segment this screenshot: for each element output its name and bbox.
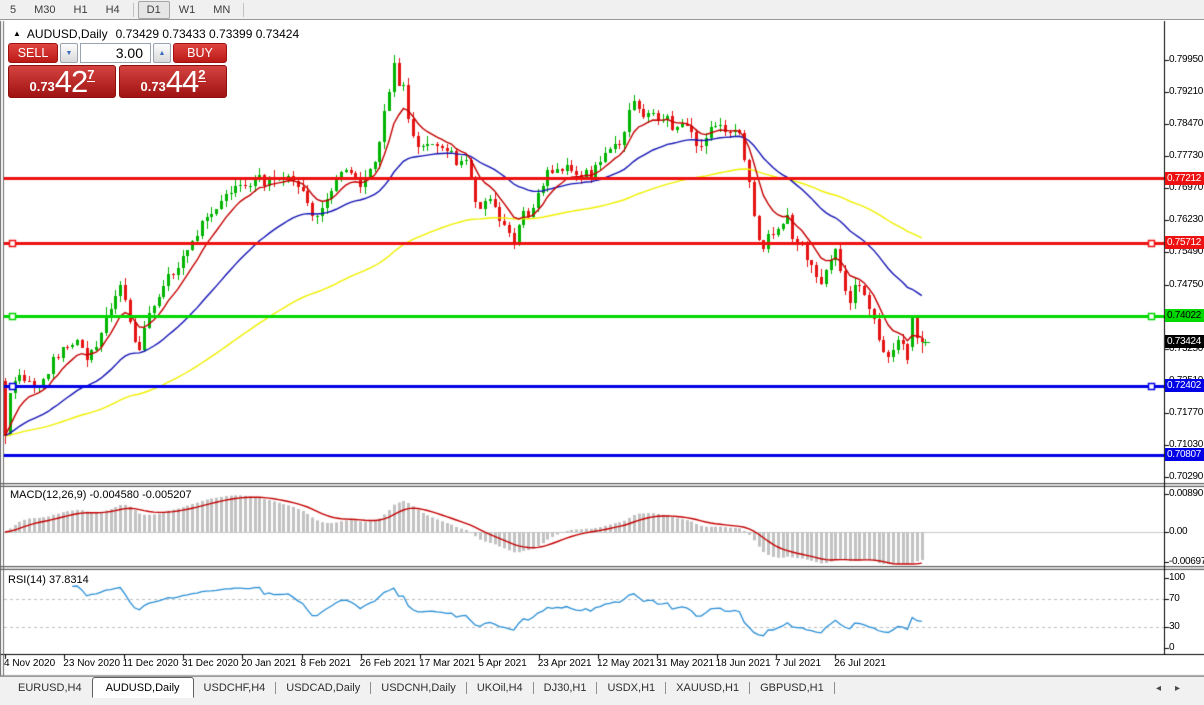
tab-ukoil-h4[interactable]: UKOil,H4 [467,678,533,697]
sell-price-pip: 7 [87,67,95,82]
buy-price-display[interactable]: 0.73 44 2 [119,65,227,98]
buy-price-main: 44 [165,64,199,99]
macd-axis-tick: 0.00 [1169,526,1188,537]
price-axis-tick: 0.71770 [1169,406,1204,418]
price-axis-tick: 0.78470 [1169,118,1204,130]
date-axis-label: 7 Jul 2021 [774,658,822,669]
sell-price-main: 42 [54,64,88,99]
timeframe-button-mn[interactable]: MN [204,1,239,19]
trading-terminal-window: 5 M30 H1 H4 D1 W1 MN ▲ AUDUSD,Daily 0.73429 0.73… [0,0,1204,705]
tab-scroll-left-button[interactable]: ◂ [1156,683,1175,694]
tab-gbpusd-h1[interactable]: GBPUSD,H1 [750,678,834,697]
price-axis-tick: 0.79950 [1169,54,1204,65]
buy-button[interactable]: BUY [173,43,227,63]
macd-axis-tick: -0.00697 [1169,555,1204,567]
date-axis-label: 18 Jun 2021 [715,658,771,669]
date-axis-label: 26 Feb 2021 [359,658,416,669]
sell-price-prefix: 0.73 [29,79,55,94]
tab-audusd-daily[interactable]: AUDUSD,Daily [91,677,194,698]
date-axis-label: 8 Feb 2021 [300,658,352,669]
macd-values: -0.004580 -0.005207 [89,489,192,501]
macd-axis-tick: 0.00890 [1169,487,1204,499]
volume-decrease-button[interactable]: ▼ [60,43,78,63]
tab-scroll-right-button[interactable]: ▸ [1175,683,1194,694]
macd-indicator-label: MACD(12,26,9) -0.004580 -0.005207 [10,489,192,501]
price-axis-tick: 0.77730 [1169,150,1204,162]
triangle-down-icon: ▼ [65,49,73,57]
tab-eurusd-h4[interactable]: EURUSD,H4 [8,678,92,697]
level-price-tag[interactable]: 0.75712 [1165,236,1204,249]
timeframe-button-w1[interactable]: W1 [170,1,205,19]
date-axis-label: 17 Mar 2021 [419,658,476,669]
chart-symbol-label: AUDUSD,Daily [26,27,108,41]
date-axis-label: 11 Dec 2020 [122,658,179,669]
date-axis-label: 12 May 2021 [597,658,655,669]
date-axis-label: 20 Jan 2021 [241,658,297,669]
tab-usdx-h1[interactable]: USDX,H1 [597,678,665,697]
rsi-axis-tick: 100 [1169,572,1185,583]
volume-input[interactable] [80,43,151,63]
tab-dj30-h1[interactable]: DJ30,H1 [534,678,597,697]
chart-header: ▲ AUDUSD,Daily 0.73429 0.73433 0.73399 0.7… [13,27,299,41]
level-price-tag[interactable]: 0.70807 [1165,448,1204,461]
timeframe-button-h4[interactable]: H4 [97,1,129,19]
timeframe-button-m30[interactable]: M30 [25,1,64,19]
rsi-indicator-label: RSI(14) 37.8314 [8,574,89,586]
buy-price-pip: 2 [198,67,206,82]
triangle-up-icon: ▲ [158,49,166,57]
tab-scroll-arrows: ◂▸ [1156,683,1194,694]
date-axis-label: 5 Apr 2021 [478,658,527,669]
date-axis-label: 26 Jul 2021 [834,658,886,669]
price-axis-tick: 0.76230 [1169,214,1204,226]
timeframe-toolbar: 5 M30 H1 H4 D1 W1 MN [0,0,1204,20]
price-axis-tick: 0.70290 [1169,471,1204,482]
timeframe-button-5[interactable]: 5 [1,1,25,19]
tab-usdcnh-daily[interactable]: USDCNH,Daily [371,678,466,697]
rsi-axis-tick: 70 [1169,593,1180,604]
price-axis-tick: 0.74750 [1169,278,1204,290]
volume-increase-button[interactable]: ▲ [153,43,171,63]
price-axis-tick: 0.79210 [1169,86,1204,98]
sell-price-display[interactable]: 0.73 42 7 [8,65,116,98]
toolbar-separator [132,2,134,17]
collapse-arrow-icon[interactable]: ▲ [13,29,21,38]
toolbar-separator [243,2,245,17]
date-axis-label: 23 Apr 2021 [537,658,592,669]
date-axis-label: 23 Nov 2020 [63,658,121,669]
tab-xauusd-h1[interactable]: XAUUSD,H1 [666,678,749,697]
tab-separator [833,682,835,694]
timeframe-button-h1[interactable]: H1 [65,1,97,19]
timeframe-button-d1[interactable]: D1 [137,0,170,19]
one-click-trading-panel: SELL ▼ ▲ BUY 0.73427 0.73442 [8,43,227,98]
level-price-tag[interactable]: 0.72402 [1165,379,1204,392]
rsi-value: 37.8314 [48,574,89,586]
price-chart-canvas[interactable] [0,0,1204,705]
level-price-tag[interactable]: 0.77212 [1165,172,1204,185]
date-axis-label: 31 May 2021 [656,658,715,669]
tab-usdchf-h4[interactable]: USDCHF,H4 [194,678,276,697]
tab-usdcad-daily[interactable]: USDCAD,Daily [276,678,370,697]
chart-ohlc-values: 0.73429 0.73433 0.73399 0.73424 [115,27,300,41]
date-axis-label: 31 Dec 2020 [181,658,239,669]
current-price-tag: 0.73424 [1165,335,1204,348]
rsi-axis-tick: 30 [1169,621,1180,632]
date-axis-label: 4 Nov 2020 [4,658,56,669]
symbol-tab-bar: EURUSD,H4 AUDUSD,Daily USDCHF,H4 USDCAD,Dai… [0,676,1204,705]
level-price-tag[interactable]: 0.74022 [1165,309,1204,322]
buy-price-prefix: 0.73 [140,79,166,94]
rsi-axis-tick: 0 [1169,642,1175,653]
sell-button[interactable]: SELL [8,43,58,63]
